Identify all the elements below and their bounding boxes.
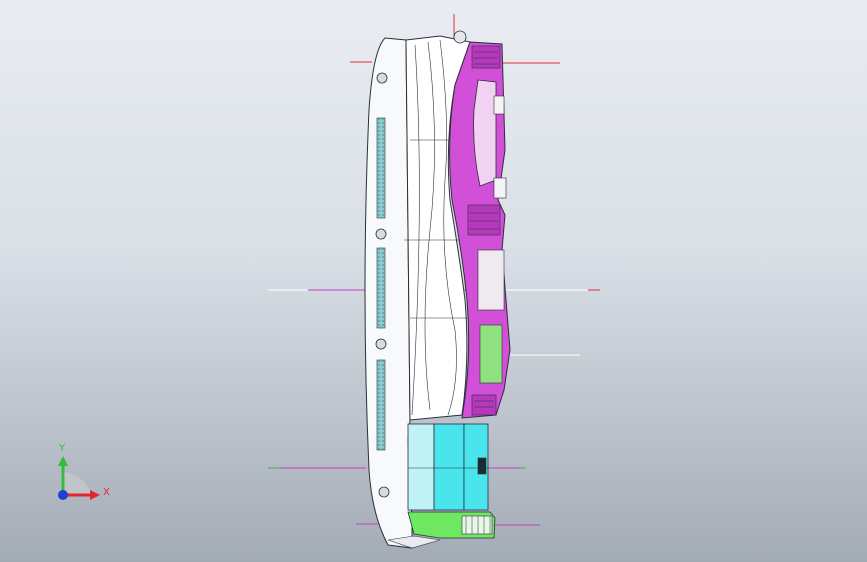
fastener-icon (375, 228, 387, 240)
cyan-panel-center (433, 423, 465, 511)
coordinate-triad[interactable]: Y X (48, 440, 118, 510)
z-axis-dot-icon (58, 490, 68, 500)
3d-model-viewport[interactable]: Y X (0, 0, 867, 562)
cyan-handle (477, 457, 487, 475)
vent-column-1 (376, 117, 386, 219)
fastener-icon (375, 338, 387, 350)
magenta-inner-curve (473, 79, 497, 187)
cyan-panel-assembly[interactable] (407, 423, 489, 511)
y-axis-arrowhead-icon (58, 456, 68, 466)
magenta-slot-panel (477, 249, 505, 311)
magenta-grille-bottom (471, 394, 497, 416)
body-outer-shell (364, 37, 413, 549)
x-axis-label: X (103, 487, 110, 498)
triad-plane-shadow (63, 472, 92, 495)
cyan-panel-left (407, 423, 435, 511)
magenta-grille-top (471, 45, 501, 69)
vent-column-3 (376, 359, 386, 451)
magenta-green-window (479, 324, 503, 384)
fastener-icon (378, 486, 390, 498)
model-canvas[interactable] (0, 0, 867, 562)
side-bracket-upper (493, 95, 505, 115)
vent-strip (376, 117, 386, 451)
y-axis-label: Y (59, 443, 66, 454)
vent-column-2 (376, 247, 386, 329)
fastener-icon (453, 30, 467, 44)
x-axis-arrowhead-icon (90, 490, 100, 500)
green-base-grille (461, 515, 493, 535)
fastener-icon (376, 72, 388, 84)
side-bracket-lower (493, 177, 507, 199)
magenta-grille-mid (467, 204, 501, 236)
